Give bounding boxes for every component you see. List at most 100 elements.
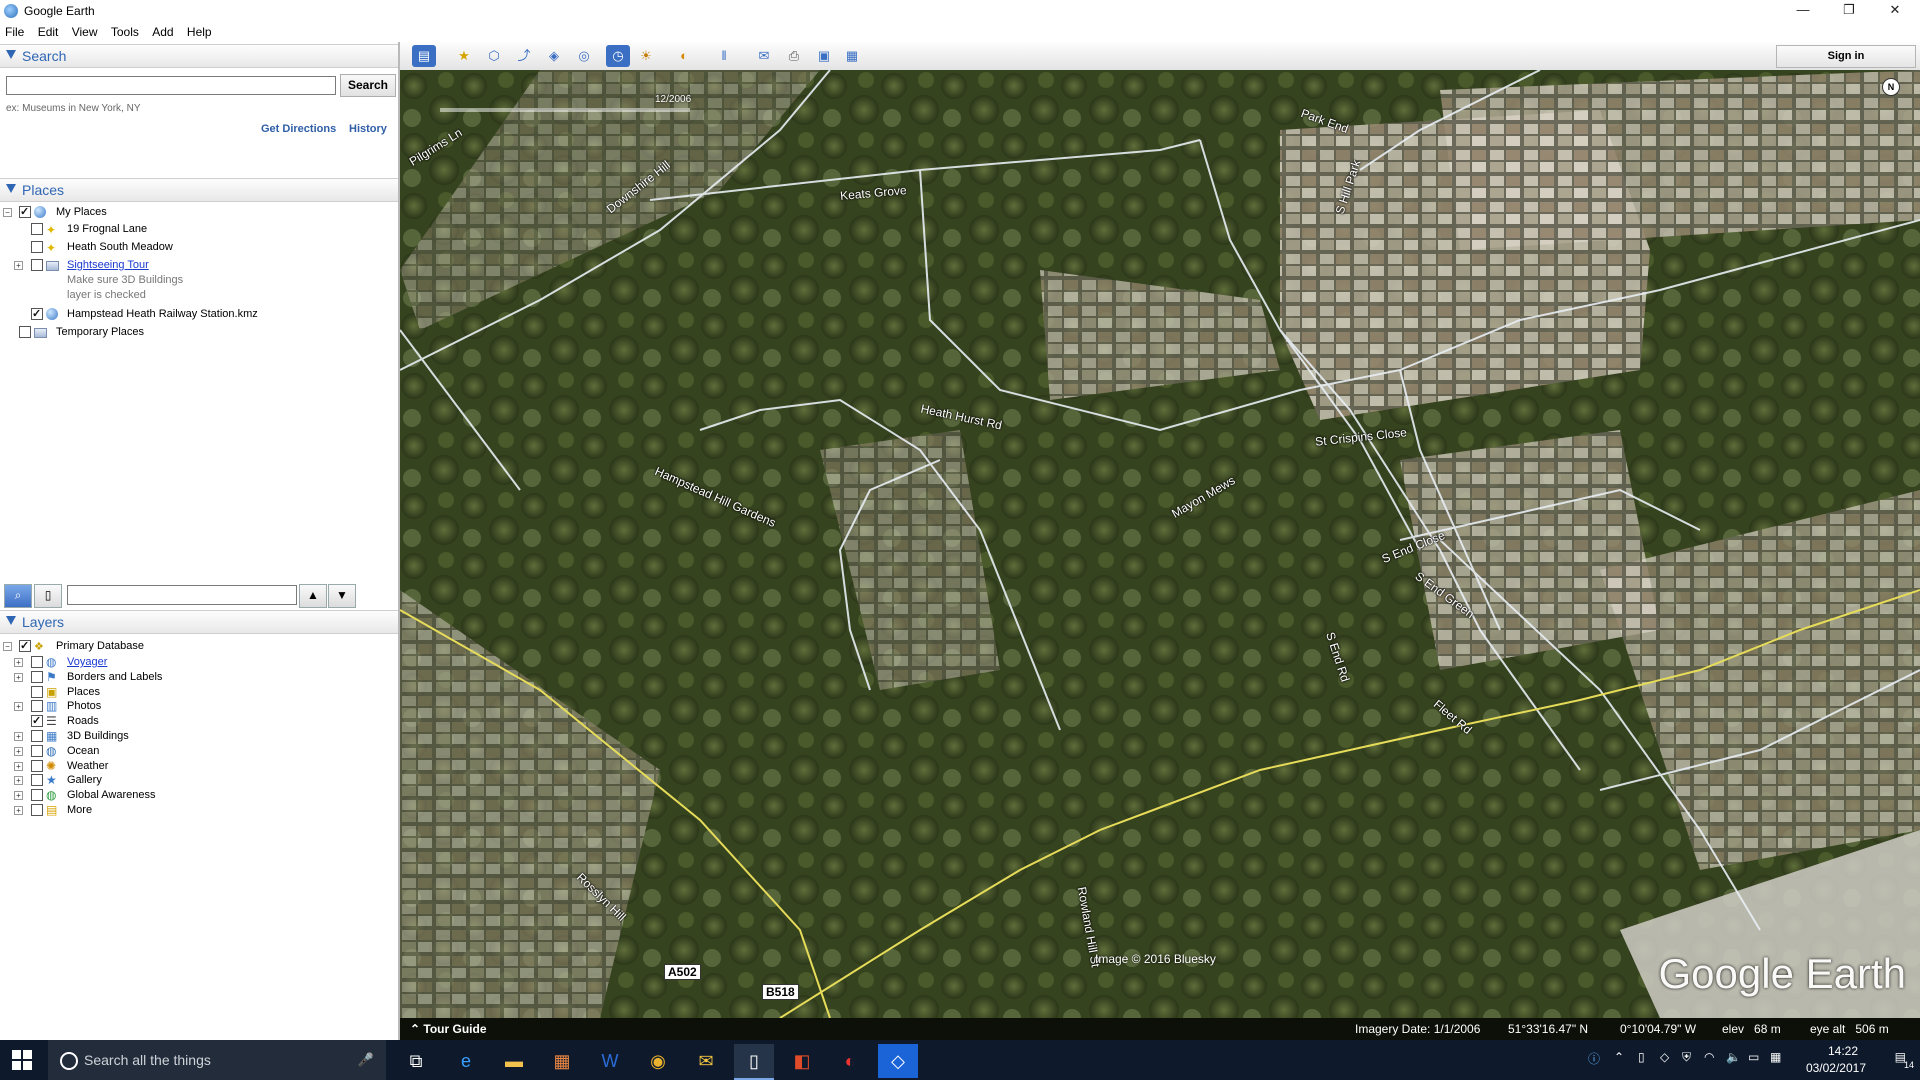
layer-row[interactable]: + ★ Gallery <box>0 772 398 788</box>
sidebar-toggle-icon[interactable]: ▤ <box>412 45 436 67</box>
layer-row[interactable]: ☰ Roads <box>0 713 398 729</box>
security-icon[interactable]: ⛨ <box>1682 1050 1691 1065</box>
menu-view[interactable]: View <box>67 22 103 42</box>
checkbox-my-places[interactable] <box>19 204 31 220</box>
chrome-icon[interactable]: ◉ <box>638 1044 678 1078</box>
layer-row[interactable]: + ◍ Global Awareness <box>0 787 398 803</box>
tree-row-my-places[interactable]: − My Places <box>0 204 398 220</box>
layer-row[interactable]: ▣ Places <box>0 684 398 700</box>
ruler-icon[interactable]: ‖ <box>712 45 736 67</box>
layer-row[interactable]: + ◍ Ocean <box>0 743 398 759</box>
layer-row[interactable]: + ▥ Photos <box>0 698 398 714</box>
layers-section-header[interactable]: Layers <box>0 610 398 634</box>
checkbox-place[interactable] <box>31 259 43 271</box>
checkbox-place[interactable] <box>31 306 43 322</box>
layer-checkbox[interactable] <box>31 730 43 742</box>
layer-checkbox[interactable] <box>31 744 43 757</box>
wifi-icon[interactable]: ◠ <box>1704 1050 1714 1064</box>
layer-row[interactable]: + ▦ 3D Buildings <box>0 728 398 744</box>
clock-time[interactable]: 14:22 <box>1828 1044 1858 1058</box>
layer-row[interactable]: + ◍ Voyager <box>0 654 398 670</box>
layer-checkbox[interactable] <box>31 759 43 772</box>
tree-row-primary-database[interactable]: − ❖ Primary Database <box>0 638 398 654</box>
expand-icon[interactable]: + <box>14 261 23 270</box>
google-earth-taskbar-icon[interactable]: ▯ <box>734 1044 774 1080</box>
file-explorer-icon[interactable]: ▬ <box>494 1044 534 1078</box>
tree-row-place[interactable]: ✦ 19 Frognal Lane <box>0 221 398 237</box>
tree-row-temporary-places[interactable]: Temporary Places <box>0 324 398 340</box>
expand-icon[interactable]: + <box>14 658 23 667</box>
layer-checkbox[interactable] <box>31 774 43 787</box>
date-slider[interactable] <box>440 108 690 112</box>
app-icon[interactable]: ◐ <box>830 1044 870 1078</box>
historical-imagery-icon[interactable]: ◷ <box>606 45 630 67</box>
expand-icon[interactable]: + <box>14 776 23 786</box>
switch-planet-icon[interactable]: ◐ <box>672 45 696 67</box>
info-icon[interactable]: ⓘ <box>1588 1050 1600 1067</box>
menu-help[interactable]: Help <box>182 22 217 42</box>
add-placemark-icon[interactable]: ★ <box>452 45 476 67</box>
expand-icon[interactable]: + <box>14 806 23 815</box>
office-icon[interactable]: ◧ <box>782 1044 822 1078</box>
word-icon[interactable]: W <box>590 1044 630 1078</box>
expand-icon[interactable]: + <box>14 746 23 756</box>
layer-row[interactable]: + ⚑ Borders and Labels <box>0 669 398 685</box>
expand-icon[interactable]: + <box>14 732 23 741</box>
expand-icon[interactable]: + <box>14 702 23 712</box>
windows-start-icon[interactable] <box>12 1050 32 1070</box>
move-up-icon[interactable]: ▲ <box>299 584 327 608</box>
layer-label[interactable]: Voyager <box>67 654 107 670</box>
microphone-icon[interactable]: 🎤 <box>358 1052 374 1068</box>
places-section-header[interactable]: Places <box>0 178 398 202</box>
history-link[interactable]: History <box>349 123 387 135</box>
menu-tools[interactable]: Tools <box>106 22 144 42</box>
tree-row-place[interactable]: Hampstead Heath Railway Station.kmz <box>0 306 398 322</box>
mail-app-icon[interactable]: ✉ <box>686 1044 726 1078</box>
tree-row-sightseeing-tour[interactable]: + Sightseeing Tour <box>0 257 398 273</box>
network-icon[interactable]: ▭ <box>1748 1050 1759 1064</box>
add-path-icon[interactable]: ⤴ <box>512 45 536 67</box>
email-icon[interactable]: ✉ <box>752 45 776 67</box>
expand-icon[interactable]: + <box>14 672 23 682</box>
layer-checkbox[interactable] <box>31 700 43 713</box>
add-overlay-icon[interactable]: ◈ <box>542 45 566 67</box>
search-input[interactable] <box>6 76 336 95</box>
keyboard-icon[interactable]: ▦ <box>1770 1050 1781 1064</box>
minimize-button[interactable]: — <box>1780 0 1826 22</box>
print-icon[interactable]: ⎙ <box>782 45 806 67</box>
save-image-icon[interactable]: ▣ <box>812 45 836 67</box>
layer-checkbox[interactable] <box>31 713 43 729</box>
task-view-icon[interactable]: ⧉ <box>396 1044 436 1078</box>
layer-row[interactable]: + ▤ More <box>0 802 398 818</box>
app-icon[interactable]: ▦ <box>542 1044 582 1078</box>
view-in-maps-icon[interactable]: ▦ <box>840 45 864 67</box>
dropbox-icon[interactable]: ◇ <box>878 1044 918 1078</box>
add-polygon-icon[interactable]: ⬡ <box>482 45 506 67</box>
close-button[interactable]: ✕ <box>1872 0 1918 22</box>
checkbox-primary-database[interactable] <box>19 638 31 654</box>
battery-icon[interactable]: ▯ <box>1638 1050 1645 1064</box>
sign-in-button[interactable]: Sign in <box>1776 45 1916 68</box>
layer-checkbox[interactable] <box>31 789 43 802</box>
volume-icon[interactable]: 🔈 <box>1726 1050 1741 1064</box>
checkbox-temporary[interactable] <box>19 326 31 338</box>
checkbox-place[interactable] <box>31 223 43 235</box>
collapse-icon[interactable]: − <box>3 642 12 651</box>
dropbox-tray-icon[interactable]: ◇ <box>1660 1050 1669 1064</box>
search-button[interactable]: Search <box>340 74 396 97</box>
tree-label-link[interactable]: Sightseeing Tour <box>67 257 149 273</box>
menu-edit[interactable]: Edit <box>33 22 64 42</box>
tree-row-place[interactable]: ✦ Heath South Meadow <box>0 239 398 255</box>
checkbox-place[interactable] <box>31 241 43 253</box>
map-view[interactable]: 12/2006 N Pilgrims Ln Downshire Hill Kea… <box>400 70 1920 1040</box>
maximize-button[interactable]: ❐ <box>1826 0 1872 22</box>
taskbar-search[interactable]: Search all the things 🎤 <box>48 1040 386 1080</box>
layer-checkbox[interactable] <box>31 656 43 668</box>
layer-checkbox[interactable] <box>31 670 43 683</box>
expand-icon[interactable]: + <box>14 791 23 801</box>
chevron-up-icon[interactable]: ⌃ <box>1614 1050 1624 1064</box>
collapse-icon[interactable]: − <box>3 208 12 217</box>
search-section-header[interactable]: Search <box>0 44 398 68</box>
layer-checkbox[interactable] <box>31 685 43 698</box>
layer-row[interactable]: + ✺ Weather <box>0 758 398 774</box>
